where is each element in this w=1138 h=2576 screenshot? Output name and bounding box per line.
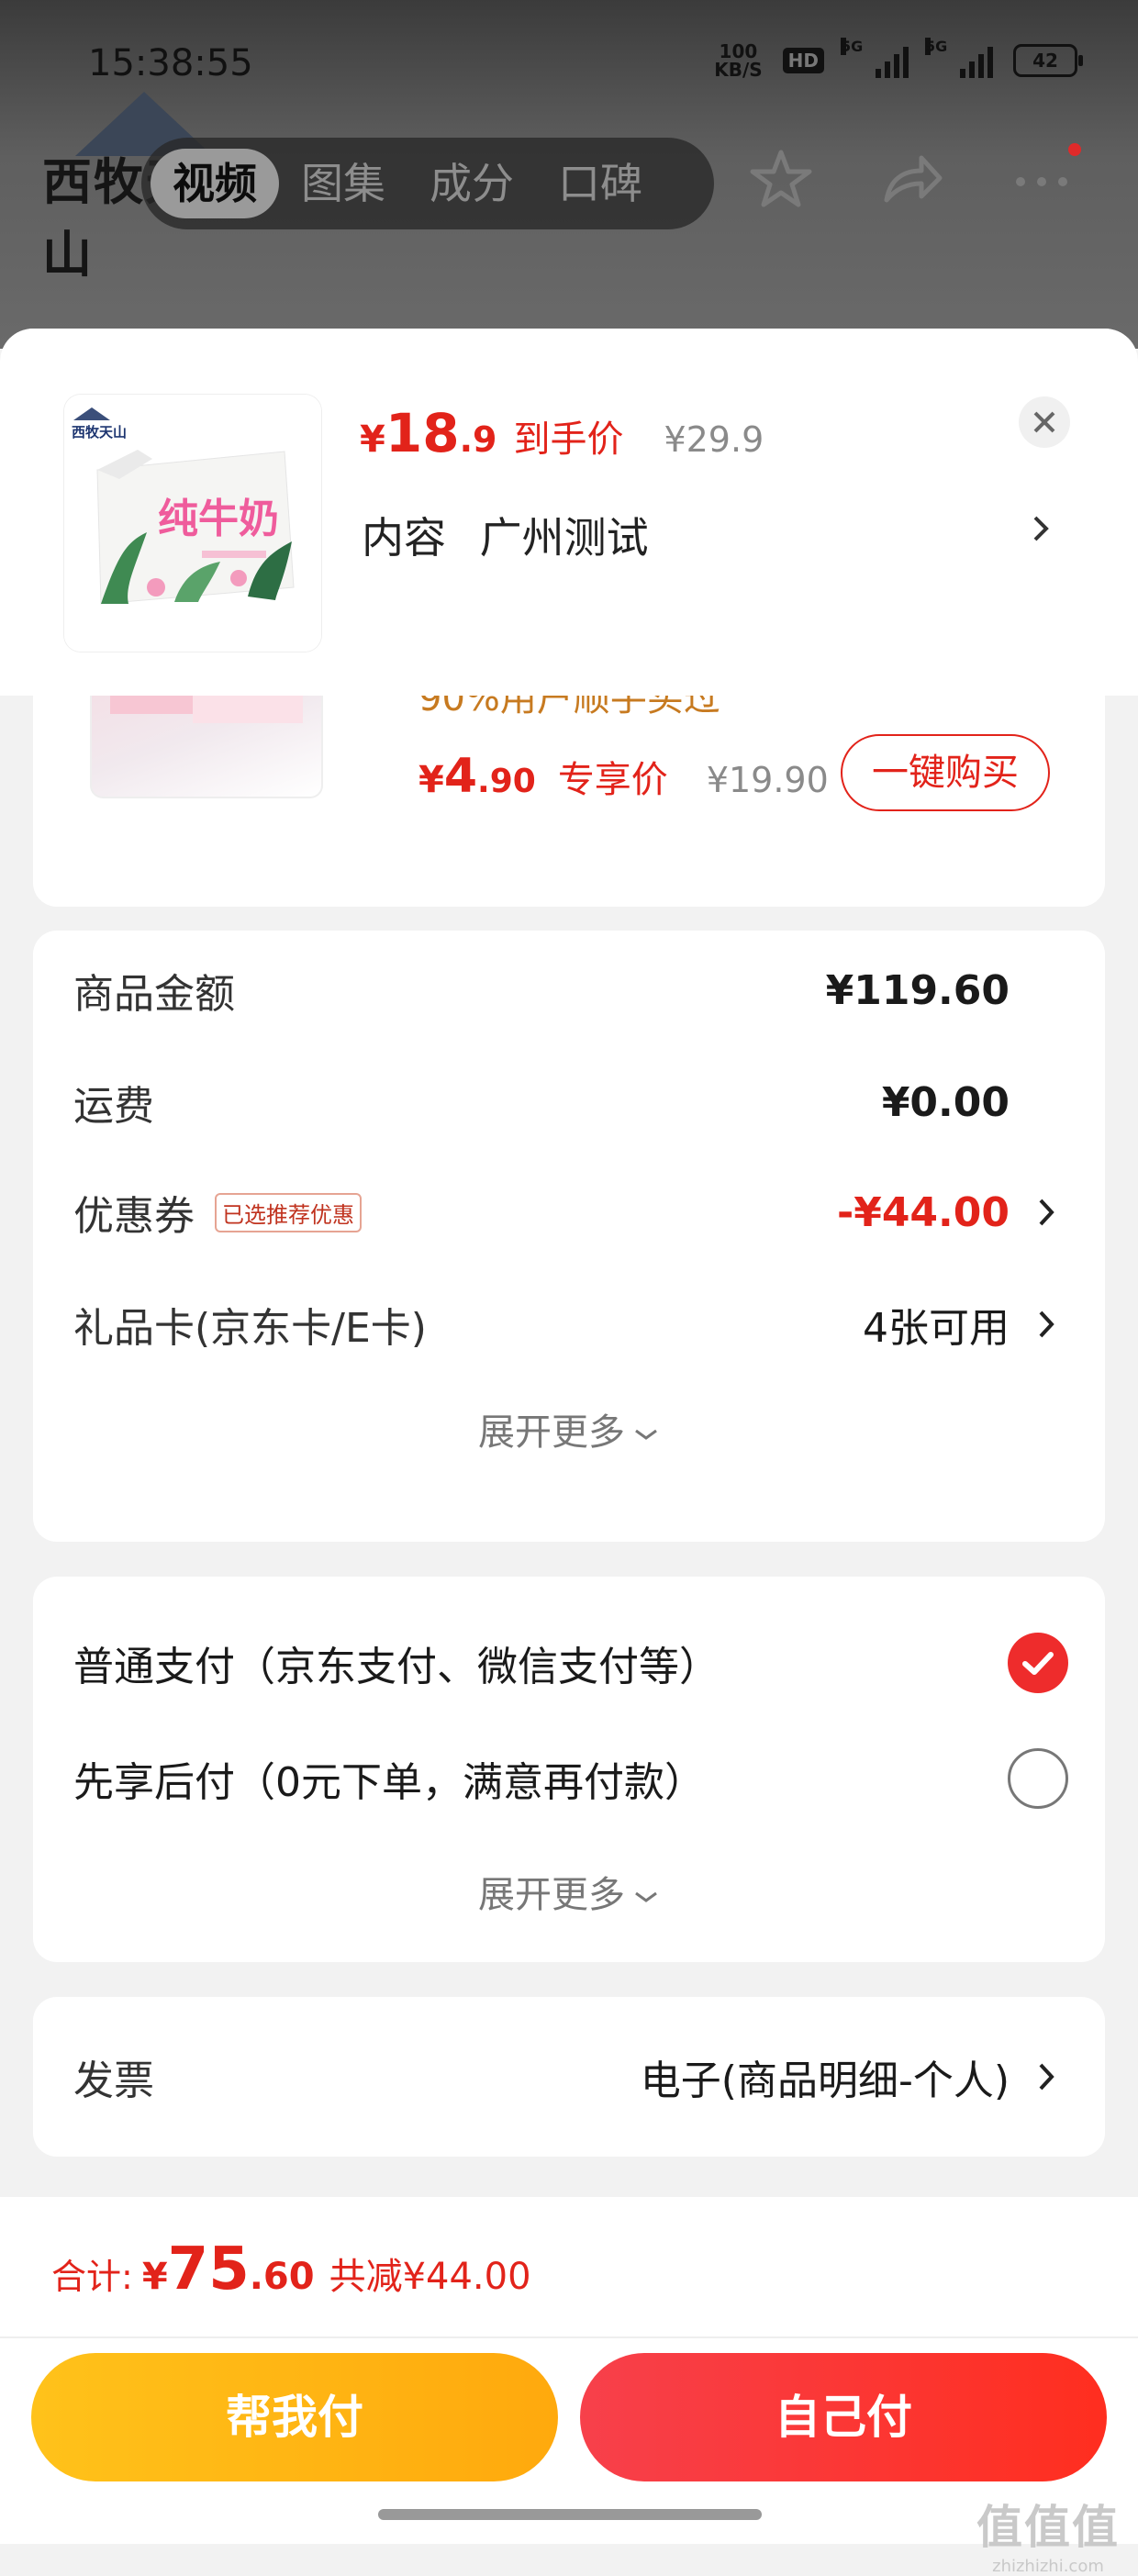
tab-reviews[interactable]: 口碑 xyxy=(536,149,664,218)
price-dec: .9 xyxy=(459,419,497,460)
signal-label: 5G xyxy=(841,38,864,55)
media-tabs: 视频 图集 成分 口碑 xyxy=(141,138,714,229)
star-icon[interactable] xyxy=(749,147,813,211)
product-header: 西牧天山 纯牛奶 ¥ 18 .9 到手价 ¥29.9 内容 广州测试 xyxy=(0,329,1138,696)
invoice-card[interactable]: 发票 电子(商品明细-个人) xyxy=(33,1997,1105,2157)
home-indicator[interactable] xyxy=(378,2509,762,2520)
footer-divider xyxy=(0,2336,1138,2338)
total-currency: ¥ xyxy=(141,2256,168,2298)
payment-expand-more[interactable]: 展开更多 xyxy=(33,1865,1105,1918)
payment-method-card: 普通支付（京东支付、微信支付等） 先享后付（0元下单，满意再付款） 展开更多 xyxy=(33,1577,1105,1962)
payment-expand-label: 展开更多 xyxy=(478,1874,625,1916)
tab-ingredients[interactable]: 成分 xyxy=(407,149,536,218)
addon-price-dec: .90 xyxy=(477,763,536,800)
chevron-down-icon xyxy=(635,1891,657,1902)
signal-icon-2: 5G xyxy=(925,38,993,78)
image-title-text: 纯牛奶 xyxy=(158,496,279,542)
close-button[interactable] xyxy=(1019,396,1070,448)
spec-value: 广州测试 xyxy=(479,513,649,563)
battery-icon: 42 xyxy=(1013,44,1083,77)
coupon-value: -¥44.00 xyxy=(836,1188,1010,1236)
chevron-down-icon xyxy=(635,1429,657,1440)
gift-card-label: 礼品卡(京东卡/E卡) xyxy=(73,1305,427,1352)
site-watermark: 值值值 zhizhizhi.com xyxy=(976,2491,1120,2576)
close-icon xyxy=(1033,411,1055,433)
network-speed: 100 KB/S xyxy=(714,42,762,79)
invoice-label: 发票 xyxy=(73,2057,154,2104)
addon-price: ¥ 4 .90 专享价 ¥19.90 xyxy=(418,749,829,804)
image-brand-text: 西牧天山 xyxy=(72,424,127,440)
coupon-label: 优惠券 xyxy=(73,1193,195,1240)
payment-radio-unselected[interactable] xyxy=(1008,1748,1068,1809)
addon-price-int: 4 xyxy=(443,749,478,804)
gift-card-value: 4张可用 xyxy=(863,1305,1010,1352)
product-page-background: 15:38:55 100 KB/S HD 5G 5G 42 西牧天山 视频 图集… xyxy=(0,0,1138,349)
gift-card-row[interactable]: 礼品卡(京东卡/E卡) 4张可用 xyxy=(73,1292,1059,1356)
spec-selector[interactable]: 内容 广州测试 xyxy=(362,505,649,565)
one-click-buy-button[interactable]: 一键购买 xyxy=(841,734,1050,811)
goods-amount-value: ¥119.60 xyxy=(825,966,1010,1014)
coupon-badge: 已选推荐优惠 xyxy=(215,1192,362,1232)
network-speed-value: 100 xyxy=(719,40,758,62)
shipping-value: ¥0.00 xyxy=(881,1078,1010,1126)
invoice-value: 电子(商品明细-个人) xyxy=(640,2057,1010,2104)
pay-myself-button[interactable]: 自己付 xyxy=(580,2353,1107,2481)
tab-gallery[interactable]: 图集 xyxy=(279,149,407,218)
more-icon[interactable] xyxy=(1010,143,1081,211)
original-price: ¥29.9 xyxy=(664,419,764,460)
price-int: 18 xyxy=(385,402,460,464)
help-me-pay-button[interactable]: 帮我付 xyxy=(31,2353,558,2481)
addon-currency: ¥ xyxy=(418,759,444,801)
notification-dot xyxy=(1068,143,1081,156)
price-currency: ¥ xyxy=(360,418,385,461)
network-speed-unit: KB/S xyxy=(714,59,763,81)
invoice-chevron-right-icon xyxy=(1039,2063,1054,2091)
goods-amount-row: 商品金额 ¥119.60 xyxy=(73,958,1059,1022)
spec-label: 内容 xyxy=(362,513,446,563)
payment-option-pay-later[interactable]: 先享后付（0元下单，满意再付款） xyxy=(73,1742,1068,1815)
status-bar-icons: 100 KB/S HD 5G 5G 42 xyxy=(714,38,1083,79)
summary-expand-label: 展开更多 xyxy=(478,1411,625,1454)
signal-icon: 5G xyxy=(841,38,909,78)
shipping-label: 运费 xyxy=(73,1083,154,1130)
payment-radio-selected[interactable] xyxy=(1008,1633,1068,1693)
signal-label-2: 5G xyxy=(925,38,948,55)
total-saved: 共减¥44.00 xyxy=(329,2256,531,2298)
price-label: 到手价 xyxy=(513,418,624,461)
tab-video[interactable]: 视频 xyxy=(151,149,279,218)
shipping-row: 运费 ¥0.00 xyxy=(73,1070,1059,1134)
spec-chevron-right-icon[interactable] xyxy=(1022,510,1059,547)
summary-expand-more[interactable]: 展开更多 xyxy=(33,1402,1105,1455)
watermark-url: zhizhizhi.com xyxy=(992,2557,1104,2576)
product-price: ¥ 18 .9 到手价 ¥29.9 xyxy=(360,402,764,464)
gift-card-chevron-right-icon xyxy=(1039,1310,1054,1338)
payment-option-label: 先享后付（0元下单，满意再付款） xyxy=(73,1759,705,1806)
coupon-chevron-right-icon xyxy=(1039,1199,1054,1226)
total-line: 合计: ¥ 75 .60 共减¥44.00 xyxy=(51,2236,531,2303)
invoice-row[interactable]: 发票 电子(商品明细-个人) xyxy=(73,2045,1059,2109)
payment-option-normal[interactable]: 普通支付（京东支付、微信支付等） xyxy=(73,1626,1068,1700)
goods-amount-label: 商品金额 xyxy=(73,971,235,1018)
coupon-row[interactable]: 优惠券 已选推荐优惠 -¥44.00 xyxy=(73,1180,1059,1244)
checkout-footer: 合计: ¥ 75 .60 共减¥44.00 帮我付 自己付 值值值 zhizhi… xyxy=(0,2197,1138,2576)
top-actions xyxy=(749,143,1081,211)
hd-icon: HD xyxy=(782,48,824,73)
watermark-logo-text: 值值值 xyxy=(976,2501,1120,2554)
product-image[interactable]: 西牧天山 纯牛奶 xyxy=(64,395,321,652)
addon-original-price: ¥19.90 xyxy=(706,760,829,800)
total-int: 75 xyxy=(167,2236,250,2303)
order-summary-card: 商品金额 ¥119.60 运费 ¥0.00 优惠券 已选推荐优惠 -¥44.00… xyxy=(33,931,1105,1542)
total-dec: .60 xyxy=(249,2256,315,2298)
total-label: 合计: xyxy=(51,2257,133,2297)
checkmark-icon xyxy=(1022,1652,1054,1675)
share-icon[interactable] xyxy=(879,147,943,211)
addon-price-label: 专享价 xyxy=(557,759,668,801)
payment-option-label: 普通支付（京东支付、微信支付等） xyxy=(73,1644,720,1690)
